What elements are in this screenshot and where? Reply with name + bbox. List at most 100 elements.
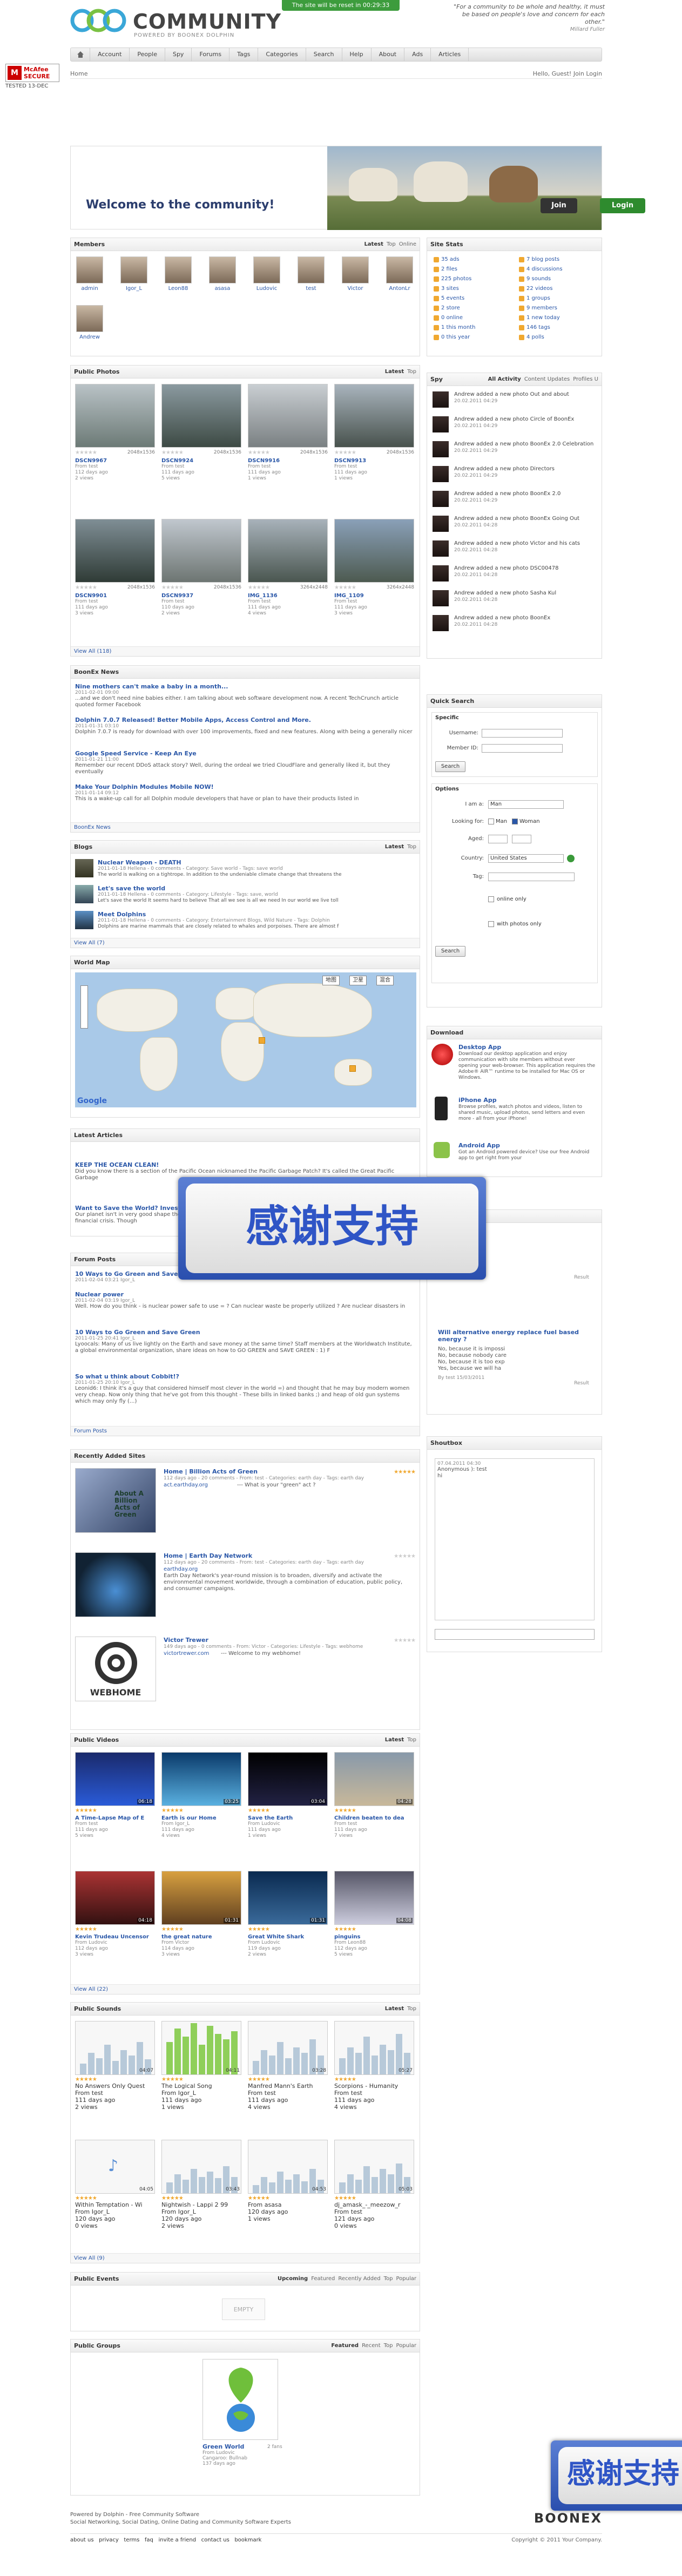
photo-thumbnail[interactable] bbox=[75, 519, 155, 583]
spy-avatar[interactable] bbox=[433, 540, 449, 557]
photo-title[interactable]: DSCN9924 bbox=[161, 458, 241, 464]
sound-waveform[interactable]: 04:07 bbox=[75, 2021, 155, 2075]
video-title[interactable]: Earth is our Home bbox=[161, 1815, 241, 1821]
photo-thumbnail[interactable] bbox=[334, 384, 414, 448]
tab-top[interactable]: Top bbox=[384, 2343, 393, 2349]
site-thumbnail[interactable]: WEBHOME bbox=[75, 1637, 156, 1701]
nav-search[interactable]: Search bbox=[306, 48, 342, 61]
site-url[interactable]: victortrewer.com bbox=[164, 1651, 209, 1657]
member-card[interactable]: Ludovic bbox=[251, 256, 282, 292]
video-thumbnail[interactable]: 04:08 bbox=[334, 1871, 414, 1925]
i-am-select[interactable]: Man bbox=[488, 800, 564, 809]
world-map[interactable]: 地图 卫星 混合 Google bbox=[75, 972, 416, 1107]
tab-featured[interactable]: Featured bbox=[331, 2343, 359, 2349]
nav-help[interactable]: Help bbox=[342, 48, 372, 61]
footer-link-terms[interactable]: terms bbox=[124, 2537, 139, 2543]
photo-title[interactable]: DSCN9937 bbox=[161, 593, 241, 599]
nav-categories[interactable]: Categories bbox=[258, 48, 306, 61]
nav-ads[interactable]: Ads bbox=[404, 48, 431, 61]
spy-text[interactable]: Andrew added a new photo Out and about bbox=[454, 391, 597, 398]
video-title[interactable]: Kevin Trudeau Uncensor bbox=[75, 1934, 155, 1940]
member-card[interactable]: Andrew bbox=[74, 305, 105, 340]
forum-title[interactable]: So what u think about Cobbit!? bbox=[75, 1373, 415, 1380]
blog-title[interactable]: Let's save the world bbox=[98, 885, 165, 892]
poll-option[interactable]: Yes, because we will ha bbox=[438, 1365, 589, 1372]
site-logo[interactable]: COMMUNITY POWERED BY BOONEX DOLPHIN bbox=[70, 5, 281, 38]
spy-avatar[interactable] bbox=[433, 590, 449, 606]
guest-greeting[interactable]: Hello, Guest! Join Login bbox=[533, 70, 602, 77]
tab-upcoming[interactable]: Upcoming bbox=[278, 2276, 308, 2282]
sound-title[interactable]: Scorpions - Humanity bbox=[334, 2083, 414, 2090]
spy-text[interactable]: Andrew added a new photo DSC00478 bbox=[454, 565, 597, 572]
member-card[interactable]: Victor bbox=[340, 256, 371, 292]
nav-people[interactable]: People bbox=[130, 48, 165, 61]
site-title[interactable]: Victor Trewer bbox=[164, 1637, 208, 1644]
news-headline[interactable]: Make Your Dolphin Modules Mobile NOW! bbox=[75, 783, 415, 790]
android-icon[interactable] bbox=[434, 1142, 450, 1158]
blog-title[interactable]: Nuclear Weapon - DEATH bbox=[98, 859, 181, 866]
photos-footer[interactable]: View All (118) bbox=[71, 646, 420, 656]
sound-waveform[interactable]: ♪ 04:05 bbox=[75, 2140, 155, 2194]
online-only-checkbox[interactable] bbox=[488, 896, 494, 902]
powered-by[interactable]: Powered by Dolphin - Free Community Soft… bbox=[70, 2512, 199, 2518]
video-title[interactable]: pinguins bbox=[334, 1934, 414, 1940]
stat-item[interactable]: 225 photos bbox=[434, 276, 471, 282]
stat-item[interactable]: 1 new today bbox=[519, 315, 560, 321]
add-country-icon[interactable] bbox=[567, 855, 575, 862]
video-title[interactable]: A Time-Lapse Map of E bbox=[75, 1815, 155, 1821]
join-button[interactable]: Join bbox=[541, 198, 577, 213]
sounds-footer[interactable]: View All (9) bbox=[71, 2253, 420, 2263]
site-title[interactable]: Home | Earth Day Network bbox=[164, 1552, 252, 1559]
sound-waveform[interactable]: 05:03 bbox=[334, 2140, 414, 2194]
video-title[interactable]: the great nature bbox=[161, 1934, 241, 1940]
stat-item[interactable]: 4 polls bbox=[519, 334, 544, 340]
poll-option[interactable]: No, because it is impossi bbox=[438, 1346, 589, 1353]
video-title[interactable]: Great White Shark bbox=[248, 1934, 328, 1940]
sound-waveform[interactable]: 04:11 bbox=[161, 2021, 241, 2075]
tab-top[interactable]: Top bbox=[407, 2006, 416, 2012]
photo-thumbnail[interactable] bbox=[161, 519, 241, 583]
spy-text[interactable]: Andrew added a new photo Directors bbox=[454, 466, 597, 472]
tab-latest[interactable]: Latest bbox=[385, 2006, 404, 2012]
blog-title[interactable]: Meet Dolphins bbox=[98, 911, 146, 918]
news-headline[interactable]: Nine mothers can't make a baby in a mont… bbox=[75, 683, 415, 690]
nav-articles[interactable]: Articles bbox=[431, 48, 469, 61]
tab-recent[interactable]: Recent bbox=[362, 2343, 381, 2349]
photo-thumbnail[interactable] bbox=[161, 384, 241, 448]
spy-text[interactable]: Andrew added a new photo Victor and his … bbox=[454, 540, 597, 547]
with-photos-checkbox[interactable] bbox=[488, 921, 494, 927]
stat-item[interactable]: 2 store bbox=[434, 305, 460, 311]
spy-avatar[interactable] bbox=[433, 516, 449, 532]
nav-forums[interactable]: Forums bbox=[192, 48, 230, 61]
tab-top[interactable]: Top bbox=[407, 1737, 416, 1743]
stat-item[interactable]: 5 events bbox=[434, 295, 464, 301]
news-headline[interactable]: Dolphin 7.0.7 Released! Better Mobile Ap… bbox=[75, 716, 415, 724]
man-checkbox[interactable] bbox=[488, 819, 494, 824]
video-title[interactable]: Children beaten to dea bbox=[334, 1815, 414, 1821]
photo-thumbnail[interactable] bbox=[75, 384, 155, 448]
video-thumbnail[interactable]: 03:04 bbox=[248, 1752, 328, 1806]
sound-waveform[interactable]: 04:53 bbox=[248, 2140, 328, 2194]
video-thumbnail[interactable]: 01:31 bbox=[248, 1871, 328, 1925]
poll-option[interactable]: No, because it is too exp bbox=[438, 1359, 589, 1365]
shoutbox-messages[interactable]: 07.04.2011 04:30 Anonymous ): test hi bbox=[435, 1458, 595, 1620]
tab-latest[interactable]: Latest bbox=[385, 1737, 404, 1743]
member-card[interactable]: asasa bbox=[207, 256, 238, 292]
tag-input[interactable] bbox=[488, 873, 575, 881]
member-id-input[interactable] bbox=[482, 744, 563, 753]
photo-thumbnail[interactable] bbox=[248, 384, 328, 448]
video-thumbnail[interactable]: 06:18 bbox=[75, 1752, 155, 1806]
member-card[interactable]: admin bbox=[74, 256, 105, 292]
spy-avatar[interactable] bbox=[433, 441, 449, 457]
spy-text[interactable]: Andrew added a new photo Sasha Kul bbox=[454, 590, 597, 597]
tab-all-activity[interactable]: All Activity bbox=[488, 376, 521, 382]
site-url[interactable]: earthday.org bbox=[164, 1566, 198, 1572]
footer-link-about[interactable]: about us bbox=[70, 2537, 94, 2543]
tab-latest[interactable]: Latest bbox=[385, 844, 404, 850]
map-type-map[interactable]: 地图 bbox=[322, 976, 340, 985]
stat-item[interactable]: 0 online bbox=[434, 315, 463, 321]
sound-waveform[interactable]: 03:28 bbox=[248, 2021, 328, 2075]
shoutbox-input[interactable] bbox=[435, 1629, 595, 1640]
photo-title[interactable]: DSCN9913 bbox=[334, 458, 414, 464]
sound-title[interactable]: Nightwish - Lappi 2 99 bbox=[161, 2201, 241, 2208]
